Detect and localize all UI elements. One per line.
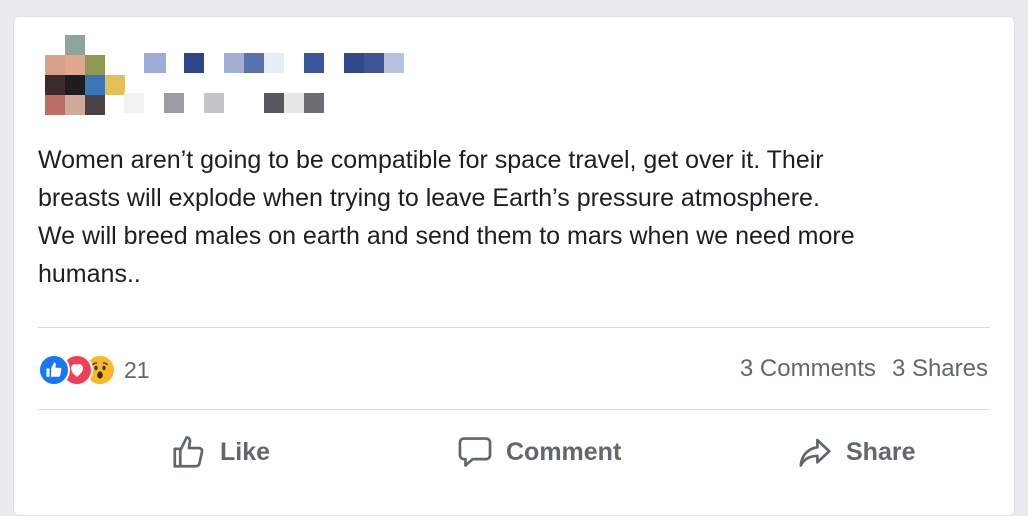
post-card: Women aren’t going to be compatible for … — [13, 16, 1015, 516]
post-text: Women aren’t going to be compatible for … — [38, 141, 993, 293]
divider-top — [38, 327, 990, 328]
author-name-redacted[interactable] — [144, 53, 414, 75]
share-arrow-icon — [796, 433, 834, 471]
reactions-summary[interactable]: 21 — [38, 353, 150, 387]
comment-bubble-icon — [456, 433, 494, 471]
share-button[interactable]: Share — [796, 431, 915, 473]
shares-count-link[interactable]: 3 Shares — [892, 355, 988, 383]
like-label: Like — [220, 437, 271, 466]
reaction-count[interactable]: 21 — [124, 357, 150, 384]
comments-count-link[interactable]: 3 Comments — [740, 355, 876, 383]
like-button[interactable]: Like — [170, 431, 270, 473]
post-text-line: We will breed males on earth and send th… — [38, 222, 855, 250]
post-stats: 3 Comments 3 Shares — [740, 355, 988, 383]
avatar[interactable] — [45, 35, 125, 115]
post-text-line: Women aren’t going to be compatible for … — [38, 146, 824, 174]
like-icon — [38, 354, 70, 386]
thumbs-up-icon — [170, 433, 208, 471]
post-text-line: humans.. — [38, 260, 141, 288]
post-text-line: breasts will explode when trying to leav… — [38, 184, 820, 212]
comment-label: Comment — [506, 437, 622, 466]
post-meta-redacted — [124, 93, 344, 113]
share-label: Share — [846, 437, 916, 466]
comment-button[interactable]: Comment — [456, 431, 621, 473]
divider-bottom — [38, 409, 990, 410]
